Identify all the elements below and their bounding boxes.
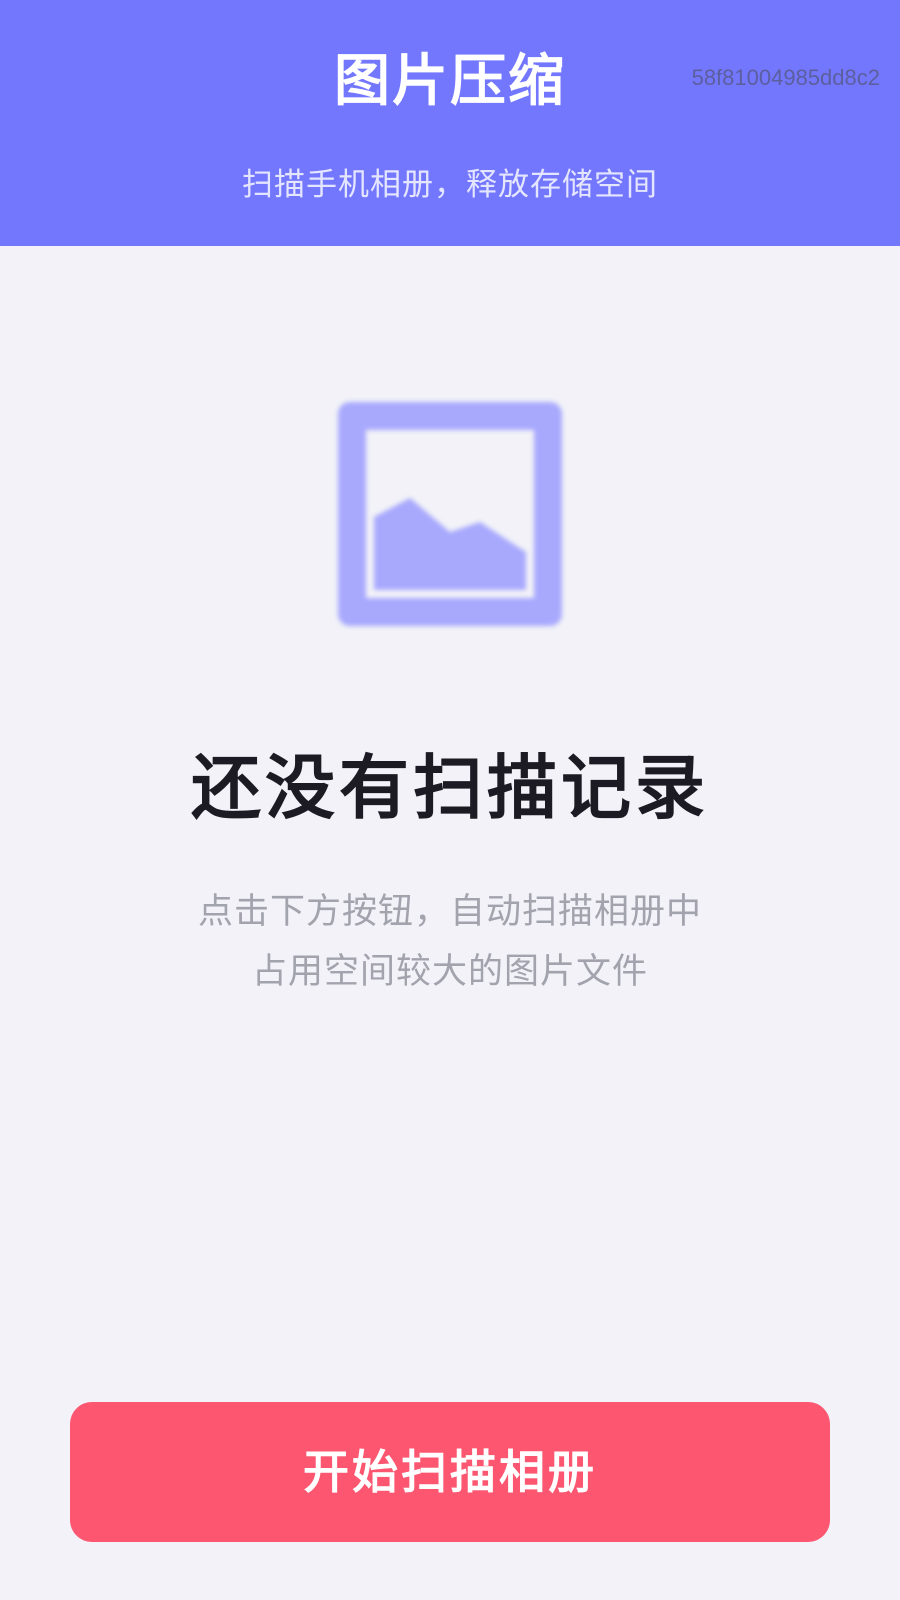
empty-state-description-line-2: 占用空间较大的图片文件 xyxy=(251,952,648,992)
app-screen: 图片压缩 58f81004985dd8c2 扫描手机相册，释放存储空间 还没有扫… xyxy=(0,0,900,1600)
empty-state-description-line-1: 点击下方按钮，自动扫描相册中 xyxy=(197,892,702,932)
page-subtitle: 扫描手机相册，释放存储空间 xyxy=(242,167,658,203)
header-banner: 图片压缩 58f81004985dd8c2 扫描手机相册，释放存储空间 xyxy=(0,0,900,246)
empty-state-title: 还没有扫描记录 xyxy=(191,747,709,829)
start-scan-album-button[interactable]: 开始扫描相册 xyxy=(70,1402,830,1542)
image-placeholder-icon xyxy=(338,402,562,626)
empty-state-description: 点击下方按钮，自动扫描相册中 占用空间较大的图片文件 xyxy=(0,882,900,1002)
session-id-label: 58f81004985dd8c2 xyxy=(691,65,880,90)
